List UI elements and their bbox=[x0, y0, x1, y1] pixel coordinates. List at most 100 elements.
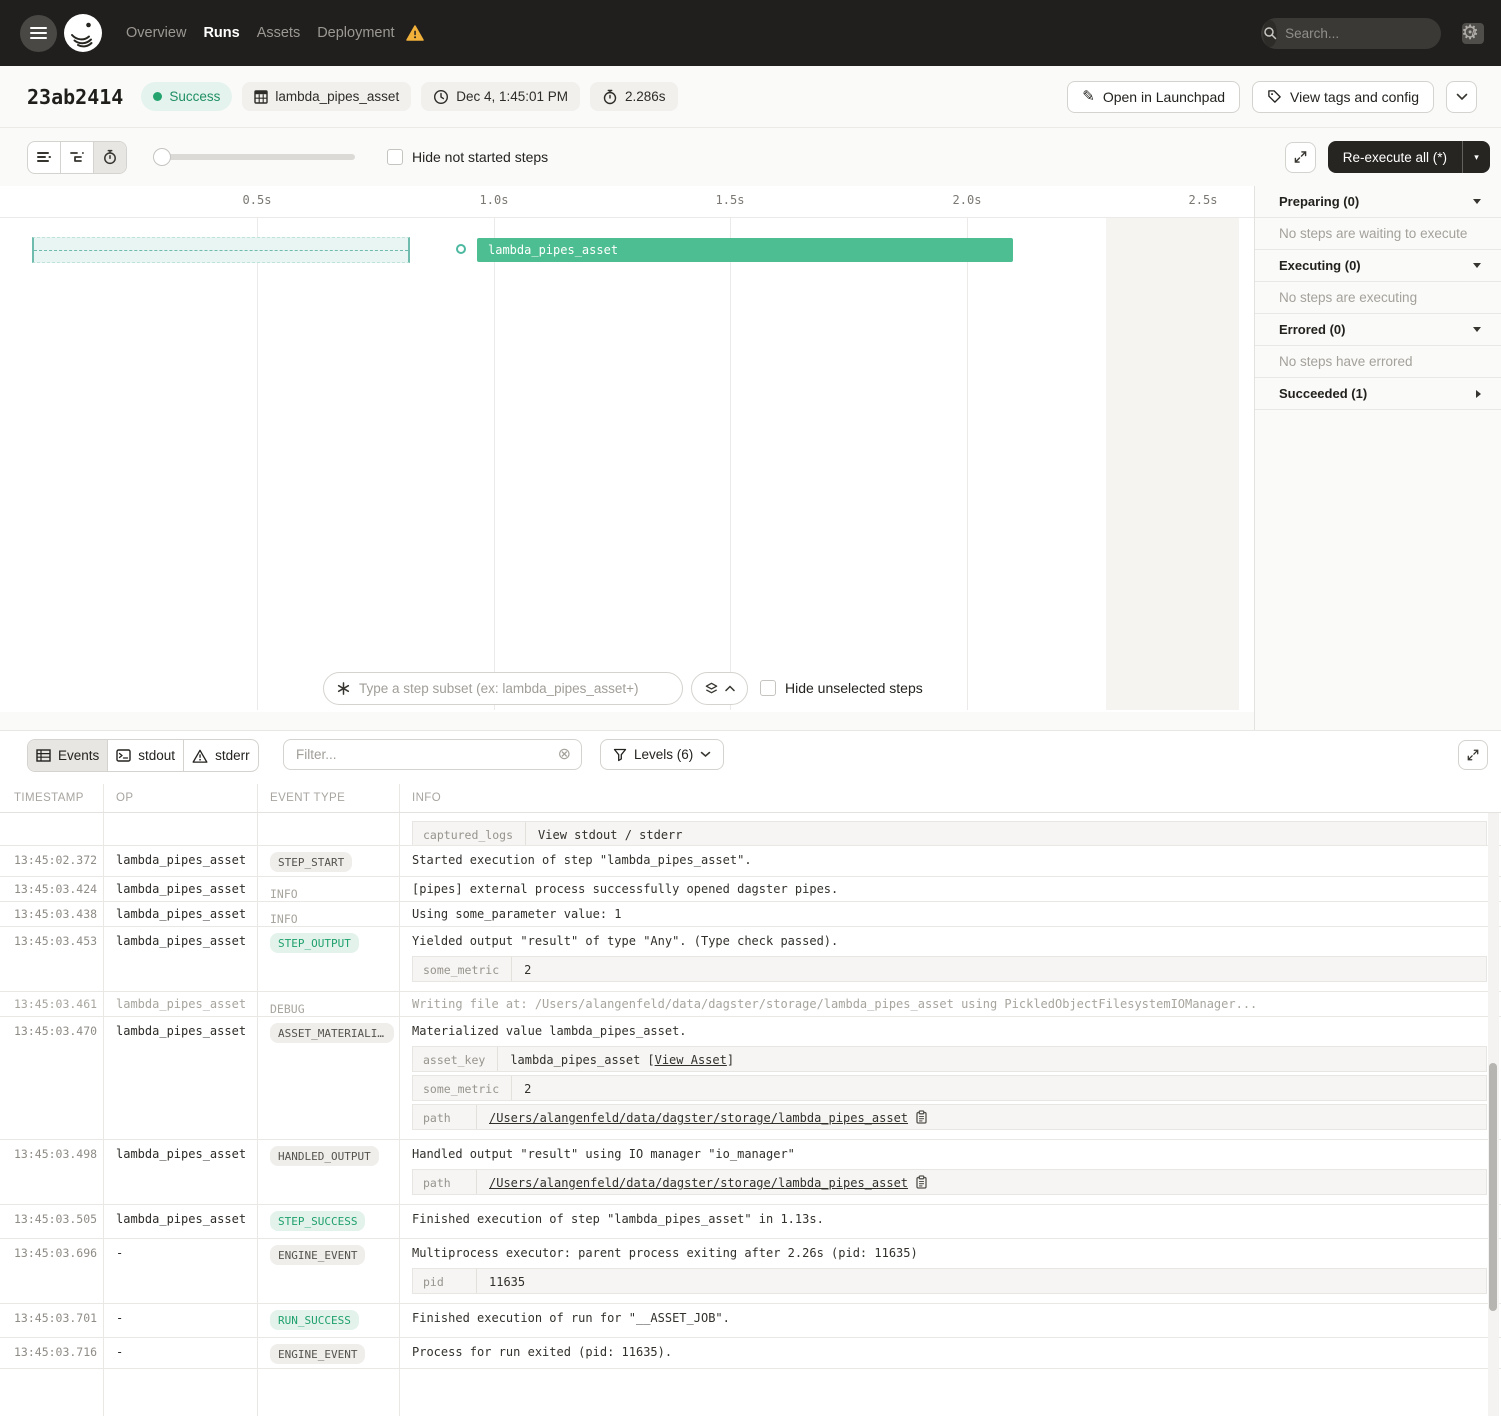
run-actions-chevron-button[interactable] bbox=[1446, 81, 1477, 113]
waterfall-view-button[interactable] bbox=[60, 142, 93, 173]
sidebar-section-preparing[interactable]: Preparing (0) bbox=[1255, 186, 1501, 218]
log-op: lambda_pipes_asset bbox=[104, 1140, 258, 1204]
log-filter-input[interactable] bbox=[296, 747, 558, 762]
sidebar-section-empty-message: No steps are executing bbox=[1255, 282, 1501, 314]
log-timestamp: 13:45:02.372 bbox=[0, 846, 104, 876]
slider-thumb[interactable] bbox=[153, 148, 171, 166]
search-input[interactable] bbox=[1285, 26, 1462, 41]
tab-stderr[interactable]: stderr bbox=[183, 740, 258, 771]
column-header-info: INFO bbox=[400, 784, 1501, 812]
nav-item-deployment[interactable]: Deployment bbox=[317, 25, 394, 41]
flat-view-button[interactable] bbox=[28, 142, 60, 173]
gantt-fullscreen-button[interactable] bbox=[1285, 142, 1316, 173]
dagster-logo-icon[interactable] bbox=[64, 14, 102, 52]
log-op: - bbox=[104, 1239, 258, 1303]
copy-icon[interactable] bbox=[915, 1175, 928, 1189]
log-scrollbar[interactable] bbox=[1488, 813, 1499, 1416]
sidebar-section-executing[interactable]: Executing (0) bbox=[1255, 250, 1501, 282]
path-link[interactable]: /Users/alangenfeld/data/dagster/storage/… bbox=[489, 1111, 908, 1125]
metadata-entry: some_metric2 bbox=[412, 956, 1487, 982]
open-in-launchpad-button[interactable]: ✎ Open in Launchpad bbox=[1067, 81, 1240, 113]
log-op: - bbox=[104, 1338, 258, 1368]
nav-item-runs[interactable]: Runs bbox=[203, 25, 239, 41]
step-status-sidebar: Preparing (0)No steps are waiting to exe… bbox=[1255, 186, 1501, 410]
timed-view-button[interactable] bbox=[93, 142, 126, 173]
log-row[interactable]: 13:45:03.505lambda_pipes_assetSTEP_SUCCE… bbox=[0, 1205, 1501, 1239]
copy-icon[interactable] bbox=[915, 1110, 928, 1124]
log-event-type: ENGINE_EVENT bbox=[258, 1338, 400, 1368]
log-table-body: captured_logsView stdout / stderr13:45:0… bbox=[0, 813, 1501, 1416]
global-search[interactable]: / bbox=[1261, 18, 1441, 49]
event-type-badge: STEP_START bbox=[270, 852, 352, 872]
log-levels-dropdown[interactable]: Levels (6) bbox=[600, 739, 724, 770]
sidebar-section-errored[interactable]: Errored (0) bbox=[1255, 314, 1501, 346]
log-timestamp: 13:45:03.701 bbox=[0, 1304, 104, 1337]
log-timestamp: 13:45:03.470 bbox=[0, 1017, 104, 1139]
metadata-table: path/Users/alangenfeld/data/dagster/stor… bbox=[412, 1169, 1487, 1195]
path-link[interactable]: /Users/alangenfeld/data/dagster/storage/… bbox=[489, 1176, 908, 1190]
pencil-icon: ✎ bbox=[1082, 89, 1095, 104]
log-row[interactable]: 13:45:03.701-RUN_SUCCESSFinished executi… bbox=[0, 1304, 1501, 1338]
log-info: Writing file at: /Users/alangenfeld/data… bbox=[400, 992, 1501, 1016]
log-row[interactable]: 13:45:03.453lambda_pipes_assetSTEP_OUTPU… bbox=[0, 927, 1501, 992]
reexecute-all-button[interactable]: Re-execute all (*) ▾ bbox=[1328, 141, 1490, 173]
graph-query-layers-button[interactable] bbox=[691, 672, 748, 705]
metadata-table: pid11635 bbox=[412, 1268, 1487, 1294]
log-info: Started execution of step "lambda_pipes_… bbox=[400, 846, 1501, 876]
event-type-badge: ASSET_MATERIALIZATION bbox=[270, 1023, 394, 1043]
log-message: Handled output "result" using IO manager… bbox=[412, 1147, 1501, 1161]
log-info: Finished execution of run for "__ASSET_J… bbox=[400, 1304, 1501, 1337]
duration-tag: 2.286s bbox=[590, 82, 678, 111]
log-row[interactable]: 13:45:03.438lambda_pipes_assetINFOUsing … bbox=[0, 902, 1501, 927]
hide-unselected-checkbox[interactable] bbox=[760, 680, 776, 696]
log-info: Multiprocess executor: parent process ex… bbox=[400, 1239, 1501, 1303]
log-info: Process for run exited (pid: 11635). bbox=[400, 1338, 1501, 1368]
clear-filter-icon[interactable]: ⊗ bbox=[558, 747, 571, 763]
nav-item-overview[interactable]: Overview bbox=[126, 25, 186, 41]
log-message: Multiprocess executor: parent process ex… bbox=[412, 1246, 1501, 1260]
log-timestamp: 13:45:03.498 bbox=[0, 1140, 104, 1204]
log-info: Using some_parameter value: 1 bbox=[400, 902, 1501, 926]
log-op: lambda_pipes_asset bbox=[104, 992, 258, 1016]
metadata-entry: captured_logsView stdout / stderr bbox=[412, 821, 1487, 845]
log-scrollbar-thumb[interactable] bbox=[1489, 1063, 1497, 1311]
log-row[interactable]: 13:45:03.461lambda_pipes_assetDEBUGWriti… bbox=[0, 992, 1501, 1017]
hide-unselected-label: Hide unselected steps bbox=[785, 680, 923, 696]
metadata-table: asset_keylambda_pipes_asset[View Asset]s… bbox=[412, 1046, 1487, 1130]
log-row[interactable]: captured_logsView stdout / stderr bbox=[0, 813, 1501, 846]
log-op: lambda_pipes_asset bbox=[104, 1017, 258, 1139]
log-info: [pipes] external process successfully op… bbox=[400, 877, 1501, 901]
log-row[interactable]: 13:45:03.696-ENGINE_EVENTMultiprocess ex… bbox=[0, 1239, 1501, 1304]
step-subset-inputbox[interactable] bbox=[323, 672, 683, 705]
log-row[interactable]: 13:45:03.424lambda_pipes_assetINFO[pipes… bbox=[0, 877, 1501, 902]
step-subset-input[interactable] bbox=[359, 681, 670, 696]
log-op: - bbox=[104, 1304, 258, 1337]
asset-tag[interactable]: lambda_pipes_asset bbox=[242, 82, 411, 111]
log-row[interactable]: 13:45:03.498lambda_pipes_assetHANDLED_OU… bbox=[0, 1140, 1501, 1205]
search-icon bbox=[1263, 20, 1277, 47]
grid-icon bbox=[254, 90, 268, 104]
gantt-out-of-range-band bbox=[1106, 218, 1239, 710]
metadata-table: captured_logsView stdout / stderr bbox=[412, 821, 1487, 845]
log-filter-box[interactable]: ⊗ bbox=[283, 739, 582, 770]
log-op: lambda_pipes_asset bbox=[104, 927, 258, 991]
view-tags-config-button[interactable]: View tags and config bbox=[1252, 81, 1434, 113]
log-message: Started execution of step "lambda_pipes_… bbox=[412, 853, 1501, 867]
logs-fullscreen-button[interactable] bbox=[1458, 740, 1488, 770]
event-type-badge: ENGINE_EVENT bbox=[270, 1344, 365, 1364]
tab-events[interactable]: Events bbox=[28, 740, 107, 771]
hamburger-menu-button[interactable] bbox=[20, 15, 57, 52]
gantt-zoom-slider[interactable] bbox=[155, 154, 355, 160]
log-info: captured_logsView stdout / stderr bbox=[400, 813, 1501, 845]
log-row[interactable]: 13:45:02.372lambda_pipes_assetSTEP_START… bbox=[0, 846, 1501, 877]
gantt-step-bar[interactable]: lambda_pipes_asset bbox=[477, 238, 1013, 262]
hide-not-started-checkbox[interactable] bbox=[387, 149, 403, 165]
nav-item-assets[interactable]: Assets bbox=[257, 25, 301, 41]
reexecute-dropdown-caret[interactable]: ▾ bbox=[1463, 141, 1490, 173]
settings-gear-icon[interactable]: ⚙ bbox=[1461, 23, 1479, 43]
log-row[interactable]: 13:45:03.716-ENGINE_EVENTProcess for run… bbox=[0, 1338, 1501, 1369]
tab-stdout[interactable]: stdout bbox=[107, 740, 183, 771]
sidebar-section-succeeded[interactable]: Succeeded (1) bbox=[1255, 378, 1501, 410]
log-row[interactable]: 13:45:03.470lambda_pipes_asset ASSET_MATE… bbox=[0, 1017, 1501, 1140]
view-asset-link[interactable]: View Asset bbox=[655, 1053, 727, 1067]
